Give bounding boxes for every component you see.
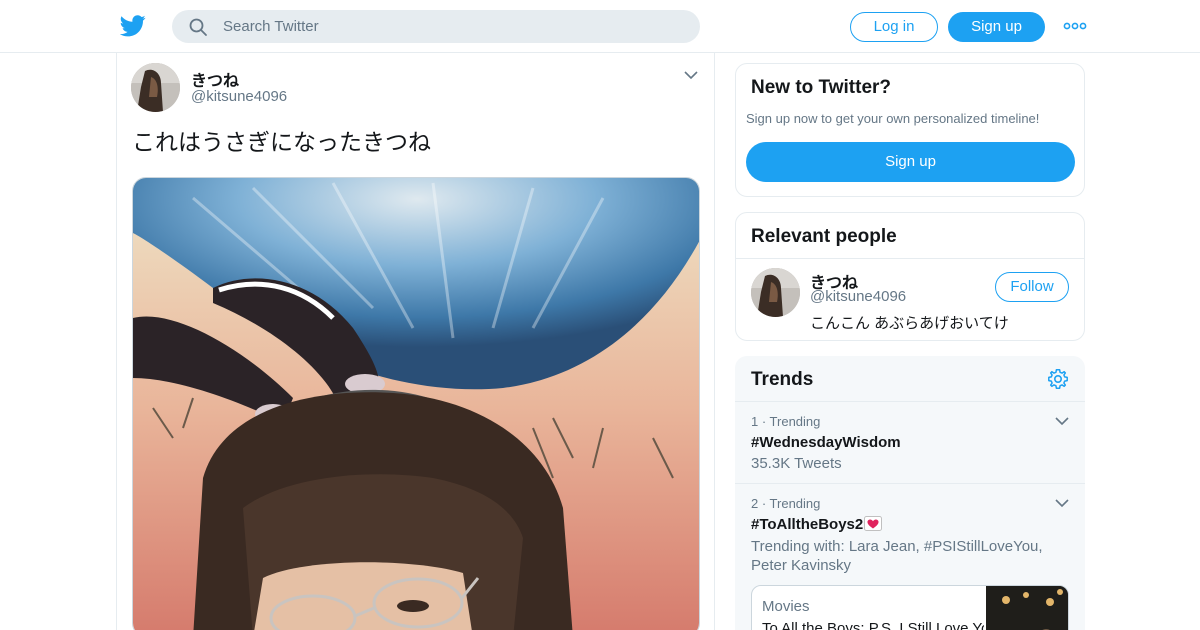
person-bio: こんこん あぶらあげおいてけ bbox=[810, 315, 1009, 332]
more-options-icon[interactable] bbox=[1063, 19, 1087, 33]
trend-context: Trending with: Lara Jean, #PSIStillLoveY… bbox=[751, 538, 1043, 574]
trend-meta: 2 · Trending bbox=[751, 496, 821, 511]
tweet-column: きつね @kitsune4096 これはうさぎになったきつね bbox=[116, 53, 715, 630]
trend-hashtag[interactable]: #ToAlltheBoys2 bbox=[751, 516, 863, 533]
signup-button[interactable]: Sign up bbox=[948, 12, 1045, 42]
tweet-text: これはうさぎになったきつね bbox=[132, 129, 431, 155]
media-card-category: Movies bbox=[762, 598, 810, 615]
chevron-down-icon[interactable] bbox=[1055, 416, 1069, 426]
new-to-twitter-subtext: Sign up now to get your own personalized… bbox=[746, 111, 1040, 126]
avatar[interactable] bbox=[751, 268, 800, 317]
new-to-twitter-heading: New to Twitter? bbox=[751, 77, 892, 98]
trends-heading: Trends bbox=[751, 369, 814, 390]
top-bar: Search Twitter Log in Sign up bbox=[0, 0, 1200, 53]
sidebar-signup-button[interactable]: Sign up bbox=[746, 142, 1075, 182]
search-input[interactable]: Search Twitter bbox=[172, 10, 700, 43]
gear-icon[interactable] bbox=[1047, 368, 1069, 390]
search-placeholder: Search Twitter bbox=[223, 18, 319, 35]
trend-tweet-count: 35.3K Tweets bbox=[751, 455, 842, 472]
chevron-down-icon[interactable] bbox=[683, 69, 699, 81]
trend-meta: 1 · Trending bbox=[751, 414, 821, 429]
movie-still-image bbox=[986, 586, 1068, 630]
login-button[interactable]: Log in bbox=[850, 12, 938, 42]
media-card-title: To All the Boys: P.S. I Still Love You bbox=[762, 620, 984, 630]
person-handle[interactable]: @kitsune4096 bbox=[810, 288, 906, 305]
avatar[interactable] bbox=[131, 63, 180, 112]
avatar-photo bbox=[751, 268, 800, 317]
trend-hashtag[interactable]: #WednesdayWisdom bbox=[751, 434, 901, 451]
relevant-people-card: Relevant people きつね @kitsune4096 こんこん あぶ… bbox=[735, 212, 1085, 341]
divider bbox=[735, 483, 1085, 484]
follow-button[interactable]: Follow bbox=[995, 272, 1069, 302]
chevron-down-icon[interactable] bbox=[1055, 498, 1069, 508]
trend-hashtag-row[interactable]: #ToAlltheBoys2 bbox=[751, 516, 883, 533]
heart-emoji-icon bbox=[864, 516, 883, 531]
trend-media-card[interactable]: Movies To All the Boys: P.S. I Still Lov… bbox=[751, 585, 1069, 630]
search-icon bbox=[189, 18, 207, 36]
twitter-logo-icon[interactable] bbox=[120, 14, 146, 38]
trends-card: Trends 1 · Trending #WednesdayWisdom 35.… bbox=[735, 356, 1085, 630]
user-handle[interactable]: @kitsune4096 bbox=[191, 88, 287, 105]
relevant-people-heading: Relevant people bbox=[751, 226, 897, 247]
new-to-twitter-card: New to Twitter? Sign up now to get your … bbox=[735, 63, 1085, 197]
media-card-thumbnail bbox=[986, 586, 1068, 630]
selfie-photo bbox=[133, 178, 699, 630]
tweet-media-image[interactable] bbox=[132, 177, 700, 630]
avatar-photo bbox=[131, 63, 180, 112]
divider bbox=[736, 258, 1084, 259]
divider bbox=[735, 401, 1085, 402]
